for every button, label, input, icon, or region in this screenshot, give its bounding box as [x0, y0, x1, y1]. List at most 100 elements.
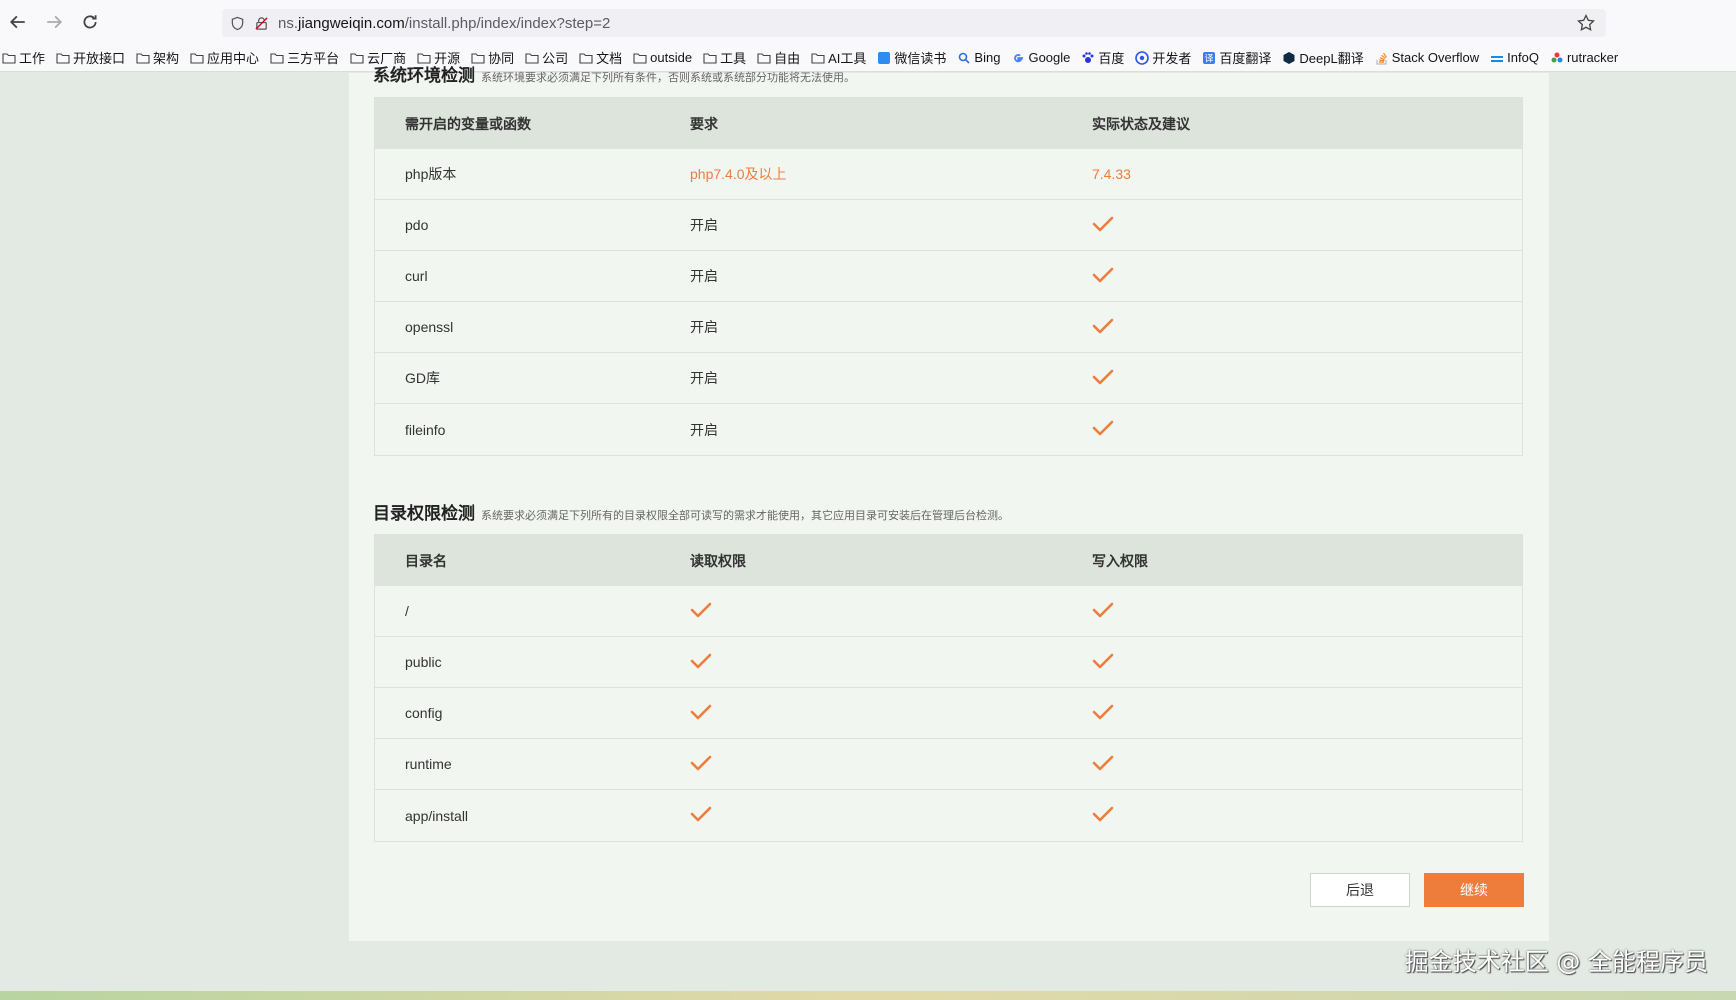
bookmark-item[interactable]: Stack Overflow — [1375, 50, 1479, 65]
table-row: app/install — [375, 790, 1522, 841]
bookmark-label: 百度 — [1098, 51, 1125, 66]
bookmark-item[interactable]: Bing — [957, 50, 1000, 65]
write-permission-cell — [1092, 703, 1522, 724]
dir-name-cell: / — [405, 603, 409, 619]
table-row: public — [375, 637, 1522, 688]
item-name-cell: php版本 — [405, 166, 457, 182]
rutracker-icon — [1550, 51, 1564, 65]
requirement-cell: 开启 — [690, 370, 718, 386]
dir-name-cell: runtime — [405, 756, 452, 772]
read-permission-cell — [690, 601, 1092, 622]
bookmark-label: rutracker — [1566, 50, 1619, 65]
table-row: curl 开启 — [375, 251, 1522, 302]
write-permission-cell — [1092, 652, 1522, 673]
status-cell — [1092, 419, 1522, 440]
dir-section-title: 目录权限检测 — [373, 504, 475, 523]
table-row: GD库 开启 — [375, 353, 1522, 404]
requirement-cell: 开启 — [690, 268, 718, 284]
item-name-cell: fileinfo — [405, 421, 446, 438]
table-header-row: 需开启的变量或函数 要求 实际状态及建议 — [375, 98, 1522, 149]
item-name-cell: pdo — [405, 217, 429, 233]
svg-text:译: 译 — [1205, 53, 1214, 63]
bookmark-label: 开放接口 — [73, 51, 126, 66]
baidu-translate-icon: 译 — [1202, 51, 1216, 65]
bookmark-item[interactable]: rutracker — [1550, 50, 1618, 65]
bookmark-star-icon[interactable] — [1576, 13, 1596, 33]
table-header-row: 目录名 读取权限 写入权限 — [375, 535, 1522, 586]
continue-button[interactable]: 继续 — [1424, 873, 1524, 907]
requirement-cell: php7.4.0及以上 — [690, 166, 787, 182]
address-bar[interactable]: ns.jiangweiqin.com/install.php/index/ind… — [222, 9, 1606, 37]
bookmark-label: 应用中心 — [207, 51, 260, 66]
bookmark-item[interactable]: 三方平台 — [270, 48, 339, 67]
bookmark-item[interactable]: DeepL翻译 — [1282, 48, 1364, 67]
item-name-cell: curl — [405, 268, 428, 284]
table-row: runtime — [375, 739, 1522, 790]
check-icon — [690, 704, 712, 719]
table-row: php版本 php7.4.0及以上 7.4.33 — [375, 149, 1522, 200]
dir-table: 目录名 读取权限 写入权限 / public config runtime app/in… — [374, 534, 1523, 842]
bookmark-item[interactable]: Google — [1011, 50, 1070, 65]
header-cell: 目录名 — [405, 552, 447, 569]
status-cell: 7.4.33 — [1092, 166, 1131, 182]
bookmark-item[interactable]: 架构 — [136, 48, 179, 67]
dir-name-cell: public — [405, 654, 442, 670]
status-cell — [1092, 266, 1522, 287]
write-permission-cell — [1092, 601, 1522, 622]
read-permission-cell — [690, 652, 1092, 673]
folder-icon — [190, 51, 204, 65]
baidu-icon — [1081, 51, 1095, 65]
requirement-cell: 开启 — [690, 217, 718, 233]
url-text[interactable]: ns.jiangweiqin.com/install.php/index/ind… — [278, 15, 610, 32]
bookmark-item[interactable]: 工作 — [2, 48, 45, 67]
requirement-cell: 开启 — [690, 319, 718, 335]
reload-icon[interactable] — [72, 4, 108, 40]
check-icon — [1092, 216, 1114, 231]
requirement-cell: 开启 — [690, 421, 718, 438]
bookmark-label: 微信读书 — [894, 51, 947, 66]
bookmark-label: 百度翻译 — [1219, 51, 1272, 66]
bookmark-item[interactable]: 开放接口 — [56, 48, 125, 67]
table-row: fileinfo 开启 — [375, 404, 1522, 455]
bookmark-label: 架构 — [153, 51, 180, 66]
shield-icon[interactable] — [228, 14, 246, 32]
table-row: config — [375, 688, 1522, 739]
write-permission-cell — [1092, 754, 1522, 775]
back-arrow-icon[interactable] — [0, 4, 36, 40]
bookmark-label: 工作 — [19, 51, 46, 66]
forward-arrow-icon[interactable] — [36, 4, 72, 40]
dir-name-cell: config — [405, 705, 443, 721]
folder-icon — [270, 51, 284, 65]
infoq-icon — [1490, 51, 1504, 65]
insecure-lock-icon[interactable] — [252, 14, 270, 32]
check-icon — [1092, 704, 1114, 719]
check-icon — [690, 806, 712, 822]
status-cell — [1092, 215, 1522, 236]
bookmark-item[interactable]: InfoQ — [1490, 50, 1539, 65]
bookmark-item[interactable]: 开发者 — [1135, 48, 1191, 67]
table-row: / — [375, 586, 1522, 637]
bookmark-item[interactable]: 译百度翻译 — [1202, 48, 1271, 67]
read-permission-cell — [690, 805, 1092, 826]
back-button[interactable]: 后退 — [1310, 873, 1410, 907]
read-permission-cell — [690, 703, 1092, 724]
env-section-title: 系统环境检测 — [373, 66, 475, 85]
dir-section-header: 目录权限检测 系统要求必须满足下列所有的目录权限全部可读写的需求才能使用，其它应… — [373, 499, 1009, 524]
header-cell: 要求 — [690, 115, 718, 132]
deepl-icon — [1282, 51, 1296, 65]
bookmarks-bar: 工作 开放接口 架构 应用中心 三方平台 云厂商 开源 协同 公司 文档 outside 工具 自由 AI… — [0, 44, 1736, 72]
check-icon — [1092, 318, 1114, 333]
check-icon — [690, 755, 712, 770]
check-icon — [1092, 602, 1114, 617]
bookmark-label: 三方平台 — [287, 51, 340, 66]
folder-icon — [2, 51, 16, 65]
bookmark-item[interactable]: 应用中心 — [190, 48, 259, 67]
header-cell: 读取权限 — [690, 552, 746, 569]
check-icon — [1092, 755, 1114, 770]
check-icon — [690, 653, 712, 668]
check-icon — [1092, 267, 1114, 282]
bookmark-item[interactable]: 百度 — [1081, 48, 1124, 67]
bookmark-label: DeepL翻译 — [1299, 51, 1364, 66]
bookmark-item[interactable]: 微信读书 — [877, 48, 946, 67]
dir-section-desc: 系统要求必须满足下列所有的目录权限全部可读写的需求才能使用，其它应用目录可安装后… — [481, 510, 1009, 522]
